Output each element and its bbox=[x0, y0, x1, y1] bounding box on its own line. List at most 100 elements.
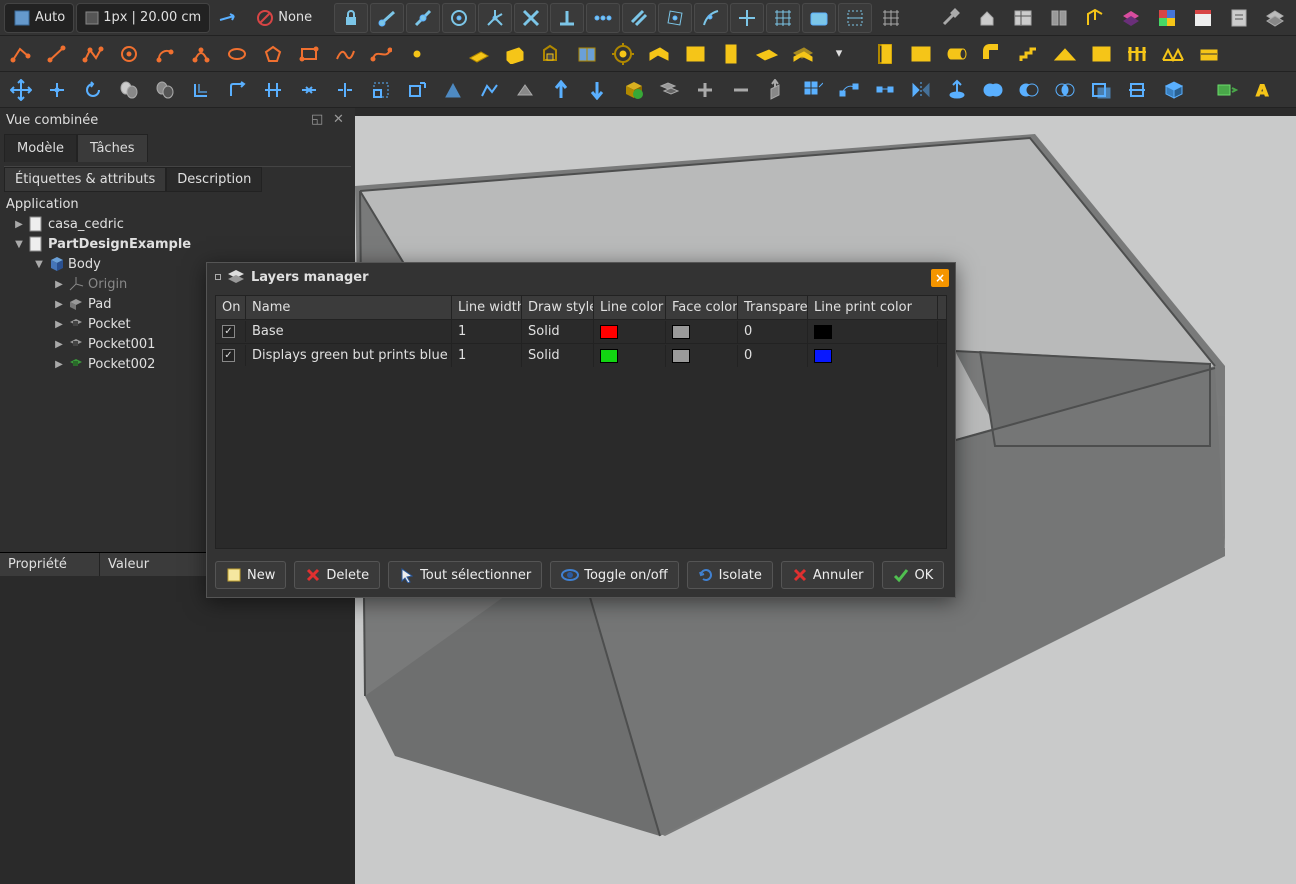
library-tool-icon[interactable] bbox=[1084, 39, 1118, 69]
none-button[interactable]: None bbox=[248, 3, 320, 33]
trimex-tool-icon[interactable] bbox=[256, 75, 290, 105]
clone2-tool-icon[interactable] bbox=[148, 75, 182, 105]
scale-tool-icon[interactable] bbox=[364, 75, 398, 105]
tree-application[interactable]: Application bbox=[6, 194, 355, 214]
pipe-tool-icon[interactable] bbox=[940, 39, 974, 69]
upgrade-arrow-icon[interactable] bbox=[544, 75, 578, 105]
near-snap-icon[interactable] bbox=[694, 3, 728, 33]
clone-tool-icon[interactable] bbox=[112, 75, 146, 105]
perpendicular-snap-icon[interactable] bbox=[550, 3, 584, 33]
cut-tool-icon[interactable] bbox=[1120, 75, 1154, 105]
difference-tool-icon[interactable] bbox=[1012, 75, 1046, 105]
close-icon[interactable]: × bbox=[931, 269, 949, 287]
floor-tool-icon[interactable] bbox=[750, 39, 784, 69]
linecolor-swatch[interactable] bbox=[600, 325, 618, 339]
arrow-icon[interactable] bbox=[212, 3, 246, 33]
circle-tool-icon[interactable] bbox=[112, 39, 146, 69]
col-name[interactable]: Name bbox=[246, 296, 452, 319]
close-panel-icon[interactable]: ✕ bbox=[333, 112, 349, 128]
selectall-button[interactable]: Tout sélectionner bbox=[388, 561, 542, 589]
tree-doc-casa[interactable]: ▶ casa_cedric bbox=[6, 214, 355, 234]
linecolor-swatch[interactable] bbox=[600, 349, 618, 363]
row-drawstyle[interactable]: Solid bbox=[522, 320, 594, 343]
midpoint-snap-icon[interactable] bbox=[406, 3, 440, 33]
rectangle-tool-icon[interactable] bbox=[292, 39, 326, 69]
row-linewidth[interactable]: 1 bbox=[452, 344, 522, 367]
bspline-tool-icon[interactable] bbox=[328, 39, 362, 69]
plus-icon[interactable] bbox=[688, 75, 722, 105]
toggle-button[interactable]: Toggle on/off bbox=[550, 561, 678, 589]
row-name[interactable]: Displays green but prints blue bbox=[246, 344, 452, 367]
row-transparency[interactable]: 0 bbox=[738, 344, 808, 367]
col-on[interactable]: On bbox=[216, 296, 246, 319]
move-tool-icon[interactable] bbox=[4, 75, 38, 105]
col-transparency[interactable]: Transparenc bbox=[738, 296, 808, 319]
lock-icon[interactable] bbox=[334, 3, 368, 33]
row-checkbox[interactable]: ✓ bbox=[222, 325, 235, 338]
offset-tool-icon[interactable] bbox=[184, 75, 218, 105]
row-transparency[interactable]: 0 bbox=[738, 320, 808, 343]
more-icon[interactable] bbox=[1258, 3, 1292, 33]
polyline-tool-icon[interactable] bbox=[76, 39, 110, 69]
col-linecolor[interactable]: Line color bbox=[594, 296, 666, 319]
materials-icon[interactable] bbox=[1150, 3, 1184, 33]
copy-tool-icon[interactable] bbox=[40, 75, 74, 105]
togglesnap-icon[interactable] bbox=[1210, 75, 1244, 105]
box-tool-icon[interactable] bbox=[1156, 75, 1190, 105]
copy3d-tool-icon[interactable] bbox=[652, 75, 686, 105]
line-tool-icon[interactable] bbox=[4, 39, 38, 69]
detach-icon[interactable]: ◱ bbox=[311, 112, 327, 128]
downgrade-arrow-icon[interactable] bbox=[580, 75, 614, 105]
minus-icon[interactable] bbox=[724, 75, 758, 105]
center-snap-icon[interactable] bbox=[442, 3, 476, 33]
intersection-snap-icon[interactable] bbox=[514, 3, 548, 33]
parallel-snap-icon[interactable] bbox=[622, 3, 656, 33]
rebar-tool-icon[interactable] bbox=[534, 39, 568, 69]
line-width-spec[interactable]: 1px | 20.00 cm bbox=[76, 3, 210, 33]
array-tool-icon[interactable] bbox=[796, 75, 830, 105]
col-linewidth[interactable]: Line width bbox=[452, 296, 522, 319]
shape2d-tool-icon[interactable] bbox=[508, 75, 542, 105]
layers-icon[interactable] bbox=[1114, 3, 1148, 33]
table-row[interactable]: ✓ Base 1 Solid 0 bbox=[216, 319, 946, 343]
bim-project-icon[interactable] bbox=[970, 3, 1004, 33]
row-linewidth[interactable]: 1 bbox=[452, 320, 522, 343]
auto-mode-button[interactable]: Auto bbox=[4, 3, 74, 33]
row-checkbox[interactable]: ✓ bbox=[222, 349, 235, 362]
component-tool-icon[interactable] bbox=[606, 39, 640, 69]
arc-tool-icon[interactable] bbox=[148, 39, 182, 69]
toggle-grid-icon[interactable] bbox=[874, 3, 908, 33]
wall-tool-icon[interactable] bbox=[462, 39, 496, 69]
addgroup-tool-icon[interactable] bbox=[616, 75, 650, 105]
printcolor-swatch[interactable] bbox=[814, 325, 832, 339]
roof-tool-icon[interactable] bbox=[642, 39, 676, 69]
pointarray-tool-icon[interactable] bbox=[868, 75, 902, 105]
bim-views-icon[interactable] bbox=[1006, 3, 1040, 33]
row-name[interactable]: Base bbox=[246, 320, 452, 343]
ok-button[interactable]: OK bbox=[882, 561, 944, 589]
curtainwall-tool-icon[interactable] bbox=[904, 39, 938, 69]
delete-button[interactable]: Delete bbox=[294, 561, 380, 589]
rotate-tool-icon[interactable] bbox=[76, 75, 110, 105]
angle-snap-icon[interactable] bbox=[478, 3, 512, 33]
section-tool-icon[interactable] bbox=[1084, 75, 1118, 105]
pipeconnector-tool-icon[interactable] bbox=[976, 39, 1010, 69]
arc3pt-tool-icon[interactable] bbox=[184, 39, 218, 69]
patharray-tool-icon[interactable] bbox=[832, 75, 866, 105]
cancel-button[interactable]: Annuler bbox=[781, 561, 875, 589]
intersection-tool-icon[interactable] bbox=[1048, 75, 1082, 105]
stretch-tool-icon[interactable] bbox=[400, 75, 434, 105]
preflight-icon[interactable] bbox=[1222, 3, 1256, 33]
subtab-description[interactable]: Description bbox=[166, 167, 262, 192]
grid-snap-icon[interactable] bbox=[766, 3, 800, 33]
truss-tool-icon[interactable] bbox=[1156, 39, 1190, 69]
ortho-snap-icon[interactable] bbox=[730, 3, 764, 33]
extrude-tool-icon[interactable] bbox=[760, 75, 794, 105]
text-tool-icon[interactable]: A bbox=[1246, 75, 1280, 105]
join-tool-icon[interactable] bbox=[292, 75, 326, 105]
ifc-explorer-icon[interactable] bbox=[1078, 3, 1112, 33]
extension-snap-icon[interactable] bbox=[586, 3, 620, 33]
mirror-tool-icon[interactable] bbox=[904, 75, 938, 105]
frame-tool-icon[interactable] bbox=[714, 39, 748, 69]
endpoint-snap-icon[interactable] bbox=[370, 3, 404, 33]
